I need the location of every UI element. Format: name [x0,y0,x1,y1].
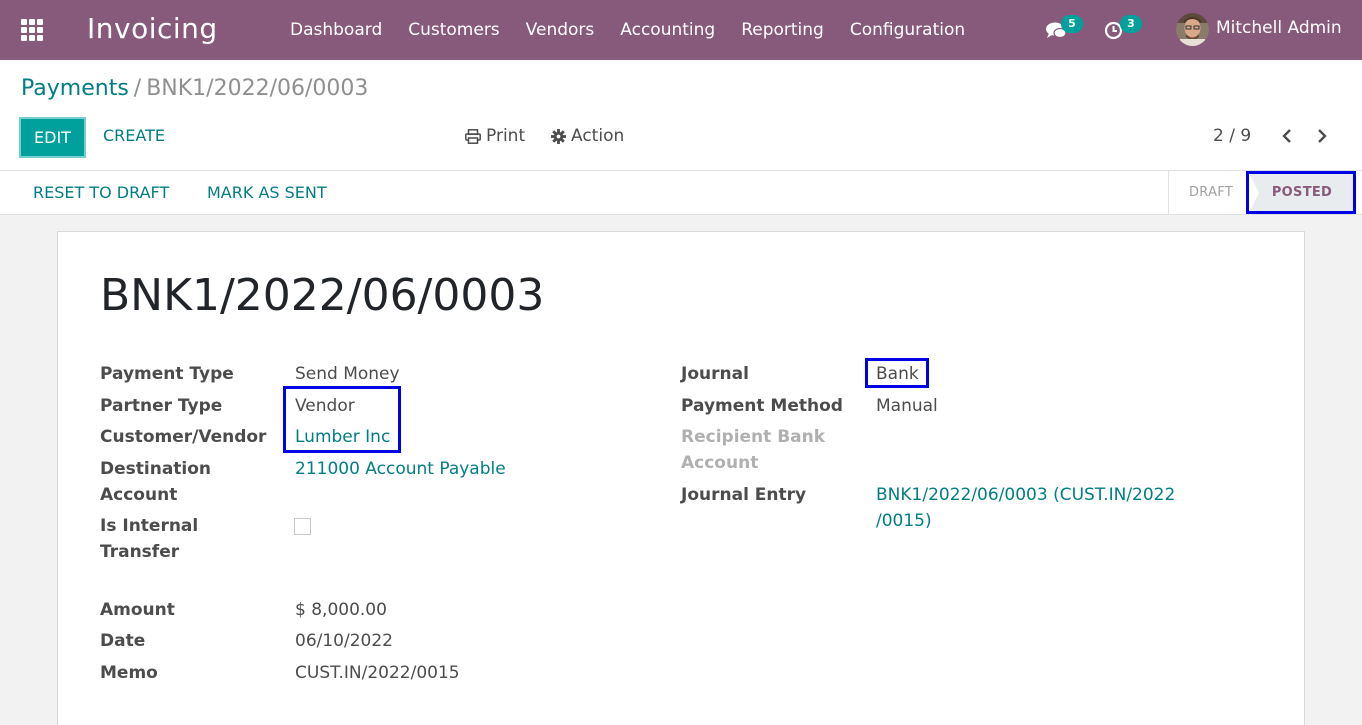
action-label: Action [571,126,625,146]
activities-button[interactable]: 3 [1103,0,1147,60]
internal-transfer-label-line-1: Is Internal [100,516,199,536]
journal-entry-link[interactable]: BNK1/2022/06/0003 (CUST.IN/2022 /0015) [876,482,1175,534]
recipient-bank-account-label: Recipient Bank Account [681,424,825,476]
record-title: BNK1/2022/06/0003 [100,270,545,321]
print-icon [465,128,481,144]
amount-label: Amount [100,600,175,620]
breadcrumb-current: BNK1/2022/06/0003 [146,76,369,101]
destination-account-link[interactable]: 211000 Account Payable [295,456,506,482]
status-steps: DRAFT POSTED [1168,171,1355,214]
menu-item-dashboard[interactable]: Dashboard [277,0,395,60]
internal-transfer-checkbox[interactable] [294,518,311,535]
main-menu: Dashboard Customers Vendors Accounting R… [277,0,978,60]
recipient-bank-account-label-line-1: Recipient Bank [681,427,826,447]
pager-previous-button[interactable] [1277,124,1297,148]
status-step-posted: POSTED [1249,173,1355,213]
journal-entry-line-2: /0015) [876,511,932,531]
print-label: Print [486,126,526,146]
memo-value: CUST.IN/2022/0015 [295,663,460,683]
avatar-image [1176,13,1209,46]
journal-value: Bank [876,364,919,384]
messages-badge: 5 [1061,15,1083,33]
control-panel: Payments / BNK1/2022/06/0003 EDIT CREATE P… [0,60,1362,171]
print-button[interactable]: Print [465,126,525,146]
mark-as-sent-button[interactable]: MARK AS SENT [207,183,327,202]
status-bar: RESET TO DRAFT MARK AS SENT DRAFT POSTED [0,171,1362,215]
destination-account-label-line-1: Destination [100,459,212,479]
app-name[interactable]: Invoicing [87,12,218,45]
breadcrumb-payments[interactable]: Payments [21,76,129,101]
gear-icon [551,128,566,144]
customer-vendor-link[interactable]: Lumber Inc [295,424,390,450]
reset-to-draft-button[interactable]: RESET TO DRAFT [33,183,169,202]
destination-account-label: Destination Account [100,456,211,508]
payment-type-label: Payment Type [100,364,234,384]
action-button[interactable]: Action [551,126,624,146]
avatar[interactable] [1176,13,1209,46]
partner-type-value: Vendor [295,396,355,416]
edit-button[interactable]: EDIT [19,117,86,158]
payment-method-value: Manual [876,396,938,416]
create-button[interactable]: CREATE [103,126,165,145]
pager-next-button[interactable] [1312,124,1332,148]
journal-entry-line-1: BNK1/2022/06/0003 (CUST.IN/2022 [876,485,1176,505]
journal-entry-label: Journal Entry [681,485,807,505]
menu-item-reporting[interactable]: Reporting [728,0,837,60]
date-value: 06/10/2022 [295,631,393,651]
top-navbar: Invoicing Dashboard Customers Vendors Ac… [0,0,1362,60]
internal-transfer-label-line-2: Transfer [100,542,180,562]
form-sheet: BNK1/2022/06/0003 Payment Type Send Mone… [57,231,1305,725]
apps-icon[interactable] [21,19,45,41]
customer-vendor-label: Customer/Vendor [100,427,267,447]
recipient-bank-account-label-line-2: Account [681,453,759,473]
chevron-right-icon [1318,129,1327,143]
payment-method-label: Payment Method [681,396,843,416]
menu-item-configuration[interactable]: Configuration [837,0,978,60]
pager-value[interactable]: 2 / 9 [1213,126,1251,146]
internal-transfer-label: Is Internal Transfer [100,513,198,565]
journal-label: Journal [681,364,749,384]
menu-item-vendors[interactable]: Vendors [513,0,608,60]
amount-value: $ 8,000.00 [295,600,387,620]
chevron-left-icon [1282,129,1291,143]
menu-item-customers[interactable]: Customers [395,0,512,60]
partner-type-label: Partner Type [100,396,223,416]
messages-button[interactable]: 5 [1043,0,1087,60]
date-label: Date [100,631,146,651]
breadcrumb: Payments / BNK1/2022/06/0003 [21,76,368,101]
memo-label: Memo [100,663,158,683]
user-menu[interactable]: Mitchell Admin [1216,18,1342,38]
payment-type-value: Send Money [295,364,400,384]
status-step-draft: DRAFT [1189,185,1234,200]
status-step-arrow [1249,173,1259,213]
destination-account-label-line-2: Account [100,485,178,505]
activities-badge: 3 [1120,15,1142,33]
breadcrumb-separator: / [133,76,142,101]
menu-item-accounting[interactable]: Accounting [607,0,728,60]
